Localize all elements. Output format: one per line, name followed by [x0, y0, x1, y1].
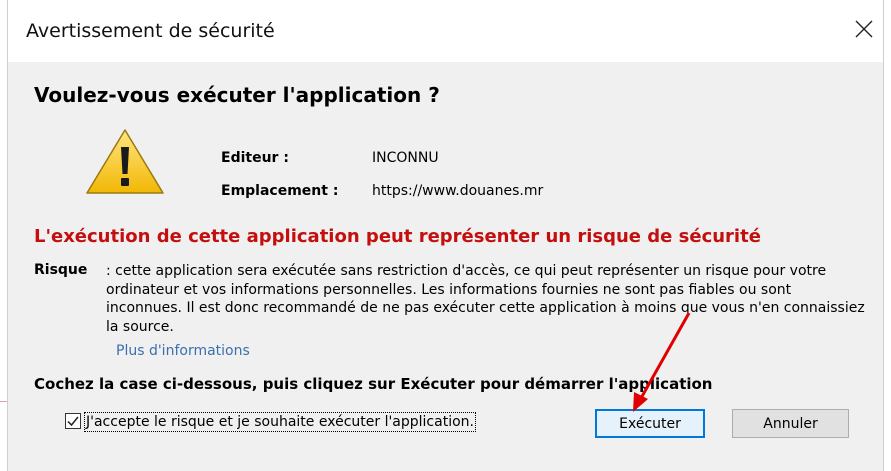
publisher-value: INCONNU	[372, 150, 439, 166]
run-button[interactable]: Exécuter	[595, 409, 705, 438]
instruction-text: Cochez la case ci-dessous, puis cliquez …	[34, 375, 713, 393]
risk-label: Risque	[34, 262, 88, 278]
risk-heading: L'exécution de cette application peut re…	[34, 226, 761, 247]
security-warning-dialog: Avertissement de sécurité Voulez-vous ex…	[7, 0, 884, 471]
window-title: Avertissement de sécurité	[26, 20, 275, 42]
publisher-label: Editeur :	[221, 150, 289, 166]
close-icon	[855, 20, 873, 38]
risk-description: : cette application sera exécutée sans r…	[106, 263, 865, 335]
more-info-link[interactable]: Plus d'informations	[116, 343, 250, 359]
location-label: Emplacement :	[221, 183, 339, 199]
close-button[interactable]	[849, 14, 879, 44]
dialog-heading: Voulez-vous exécuter l'application ?	[34, 83, 440, 107]
accept-risk-checkbox[interactable]	[65, 413, 81, 429]
annotation-left-line	[0, 401, 7, 402]
warning-triangle-icon	[86, 129, 164, 194]
checkmark-icon	[67, 416, 79, 427]
accept-risk-label[interactable]: J'accepte le risque et je souhaite exécu…	[84, 412, 476, 432]
title-bar: Avertissement de sécurité	[8, 0, 883, 62]
location-value: https://www.douanes.mr	[372, 183, 544, 199]
cancel-button[interactable]: Annuler	[732, 409, 849, 438]
